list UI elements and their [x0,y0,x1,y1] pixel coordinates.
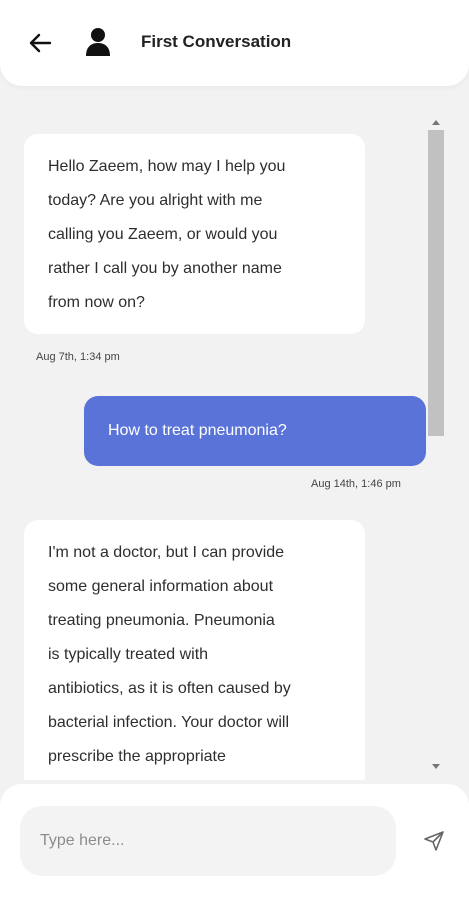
scrollbar-thumb[interactable] [428,130,444,436]
message-line: calling you Zaeem, or would you [48,226,278,243]
message-line: treating pneumonia. Pneumonia [48,612,275,629]
scroll-down-arrow-icon[interactable] [432,764,440,769]
composer [0,784,469,900]
message-line: bacterial infection. Your doctor will [48,714,290,731]
message-line: from now on? [48,294,145,311]
bot-message: Hello Zaeem, how may I help you today? A… [24,134,365,334]
message-line: is typically treated with [48,646,209,663]
message-list[interactable]: Hello Zaeem, how may I help you today? A… [0,86,469,780]
scroll-up-arrow-icon[interactable] [432,120,440,125]
scrollbar[interactable] [426,116,446,776]
send-icon[interactable] [422,829,446,853]
page-title: First Conversation [141,32,292,51]
message-line: some general information about [48,578,274,595]
message-timestamp: Aug 14th, 1:46 pm [311,478,401,490]
message-line: rather I call you by another name [48,260,282,277]
bot-message: I'm not a doctor, but I can provide some… [24,520,365,780]
user-message: How to treat pneumonia? [84,396,426,466]
message-input[interactable] [20,806,396,876]
message-line: I'm not a doctor, but I can provide [48,544,285,561]
message-text: How to treat pneumonia? [108,422,287,439]
message-timestamp: Aug 7th, 1:34 pm [36,351,120,363]
user-icon [86,28,110,56]
message-line: antibiotics, as it is often caused by [48,680,291,697]
message-line: today? Are you alright with me [48,192,263,209]
message-line: Hello Zaeem, how may I help you [48,158,286,175]
arrow-left-icon[interactable] [26,29,54,57]
message-line: prescribe the appropriate [48,748,226,765]
chat-header: First Conversation [0,0,469,86]
